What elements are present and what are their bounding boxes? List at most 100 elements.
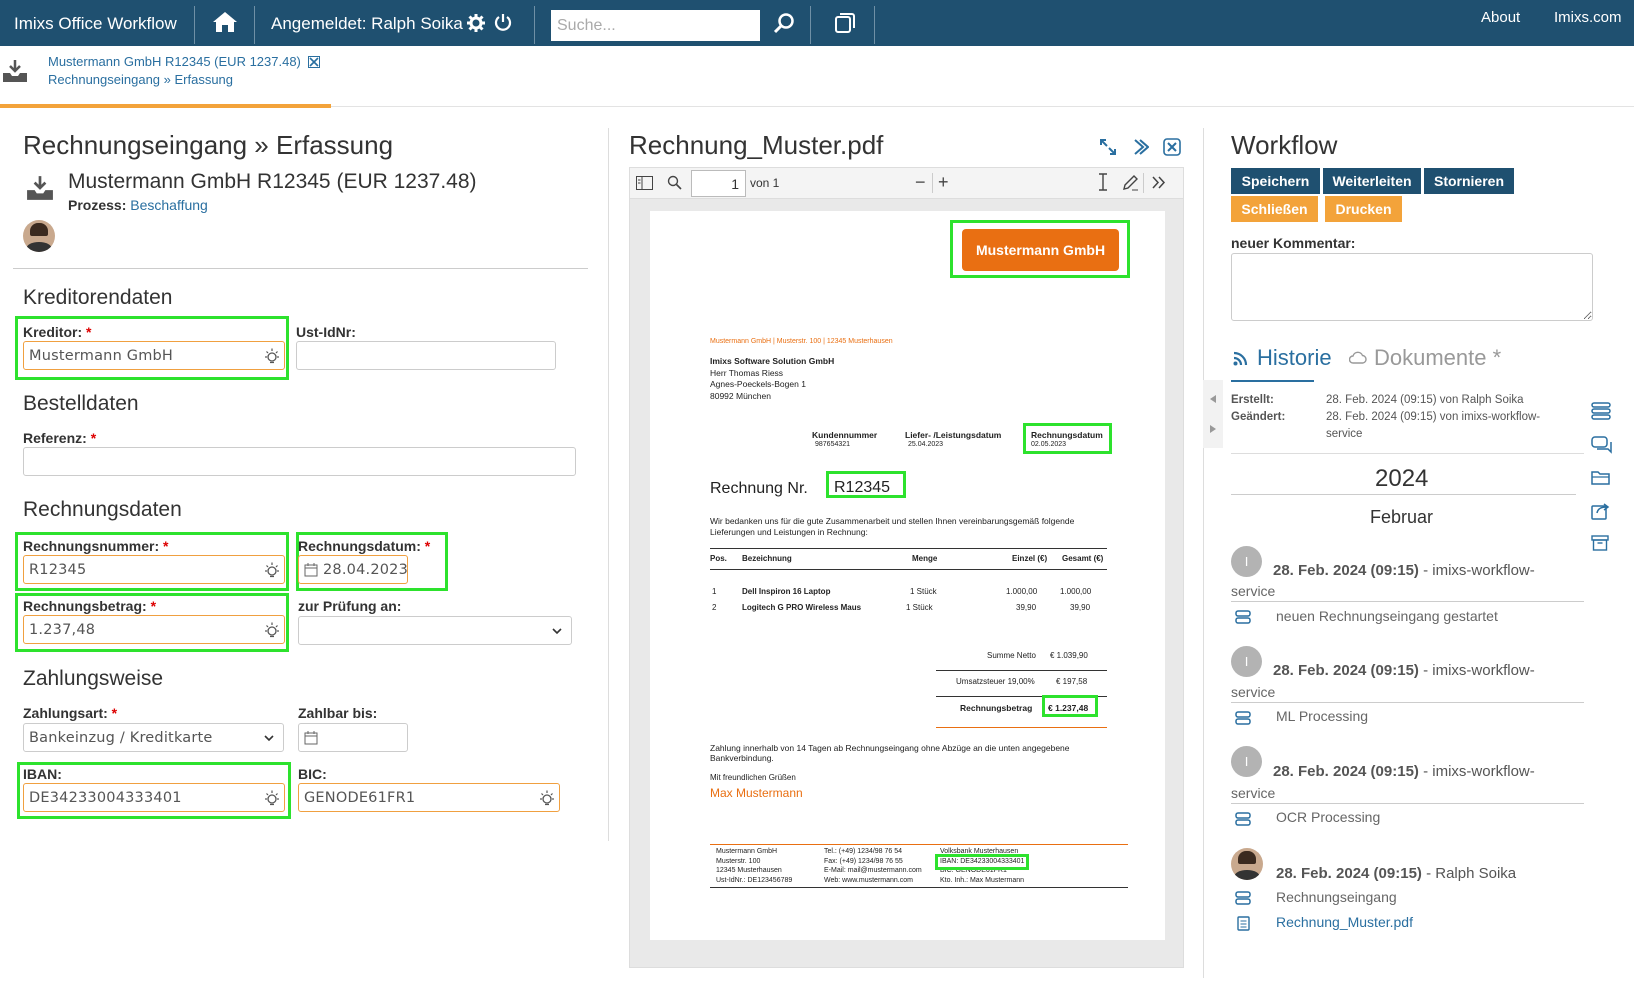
rechnungsdatum-input[interactable]: 28.04.2023 (298, 555, 408, 584)
lightbulb-icon[interactable] (539, 790, 555, 810)
home-icon[interactable] (212, 10, 238, 39)
close-icon[interactable] (1163, 138, 1181, 161)
referenz-input[interactable] (23, 447, 576, 476)
table-rule (710, 569, 1107, 570)
server-icon[interactable] (1591, 402, 1611, 425)
share-icon[interactable] (1591, 502, 1611, 525)
recipient-line: Herr Thomas Riess (710, 368, 784, 378)
ustid-input[interactable] (296, 341, 556, 370)
server-icon (1235, 891, 1251, 910)
rechnungsbetrag-input[interactable]: 1.237,48 (23, 615, 285, 644)
search-icon[interactable] (773, 12, 795, 39)
avatar[interactable] (23, 220, 55, 252)
table-cell: Logitech G PRO Wireless Maus (742, 603, 862, 612)
footer-line: Tel.: (+49) 1234/98 76 54 (824, 848, 903, 855)
bic-input[interactable]: GENODE61FR1 (298, 783, 560, 812)
page-number-input[interactable]: 1 (691, 170, 746, 197)
sidebar-toggle-icon[interactable] (636, 176, 653, 195)
terms-text: Bankverbindung. (710, 753, 774, 763)
save-button[interactable]: Speichern (1231, 168, 1320, 194)
required-mark: * (86, 324, 92, 340)
table-cell: 1.000,00 (1006, 587, 1038, 596)
breadcrumb-workitem[interactable]: Mustermann GmbH R12345 (EUR 1237.48) (48, 54, 301, 69)
page-count: von 1 (750, 176, 780, 190)
file-icon (1237, 916, 1250, 936)
zoom-out-icon[interactable]: − (915, 173, 926, 191)
close-icon[interactable] (308, 55, 320, 73)
footer-line: Ust-IdNr.: DE123456789 (716, 876, 793, 884)
about-link[interactable]: About (1481, 9, 1520, 26)
created-value: 28. Feb. 2024 (09:15) von Ralph Soika (1326, 394, 1524, 406)
app-title[interactable]: Imixs Office Workflow (14, 14, 177, 34)
table-cell: Dell Inspiron 16 Laptop (742, 587, 831, 596)
kreditor-label: Kreditor: * (23, 324, 91, 340)
tab-history[interactable]: Historie (1257, 345, 1332, 371)
file-link[interactable]: Rechnung_Muster.pdf (1276, 914, 1413, 930)
clipboard-icon[interactable] (834, 12, 856, 39)
cancel-button[interactable]: Stornieren (1424, 168, 1514, 194)
pen-icon[interactable] (1122, 174, 1139, 196)
iban-input[interactable]: DE34233004333401 (23, 783, 285, 812)
breadcrumb-process[interactable]: Rechnungseingang » Erfassung (48, 72, 233, 87)
pruefung-select[interactable] (298, 616, 572, 645)
divider (608, 128, 609, 841)
archive-icon[interactable] (1591, 535, 1609, 556)
text-select-icon[interactable] (1098, 173, 1108, 196)
forward-button[interactable]: Weiterleiten (1323, 168, 1421, 194)
avatar: I (1231, 746, 1262, 777)
lightbulb-icon[interactable] (264, 622, 280, 642)
history-month: Februar (1370, 507, 1434, 527)
lightbulb-icon[interactable] (264, 790, 280, 810)
table-header: Bezeichnung (742, 554, 792, 563)
process-link[interactable]: Beschaffung (130, 197, 208, 213)
table-cell: 2 (712, 603, 717, 612)
calendar-icon[interactable] (304, 731, 318, 749)
tab-underline (1231, 380, 1314, 382)
rechnungsnummer-input[interactable]: R12345 (23, 555, 285, 584)
lightbulb-icon[interactable] (264, 562, 280, 582)
history-entry-text: Rechnungseingang (1276, 889, 1397, 905)
gear-icon[interactable] (467, 14, 485, 37)
ustid-label: Ust-IdNr: (296, 324, 356, 340)
pdf-page: Mustermann GmbH Mustermann GmbH | Muster… (650, 211, 1165, 940)
zahlungsart-value: Bankeinzug / Kreditkarte (29, 730, 213, 746)
divider (1203, 128, 1204, 978)
zahlungsart-select[interactable]: Bankeinzug / Kreditkarte (23, 723, 284, 752)
zahlbar-input[interactable] (298, 723, 408, 752)
tab-documents[interactable]: Dokumente * (1374, 345, 1501, 371)
kreditor-value: Mustermann GmbH (29, 348, 174, 364)
pdf-viewer[interactable]: 1 von 1 − + Mustermann GmbH Mustermann G… (629, 167, 1184, 968)
search-icon[interactable] (667, 175, 682, 195)
calendar-icon[interactable] (304, 563, 318, 581)
comment-textarea[interactable] (1231, 253, 1593, 321)
collapse-handle[interactable] (1203, 380, 1223, 448)
modified-label: Geändert: (1231, 411, 1286, 423)
footer-col: Mustermann GmbH Musterstr. 100 12345 Muste… (716, 847, 792, 885)
netto-value: € 1.039,90 (1050, 651, 1088, 660)
recipient-line: 80992 München (710, 391, 771, 401)
divider (1231, 702, 1584, 703)
comments-icon[interactable] (1591, 436, 1613, 459)
kreditor-input[interactable]: Mustermann GmbH (23, 341, 285, 370)
history-entry-date: 28. Feb. 2024 (09:15) - imixs-workflow- (1273, 763, 1535, 780)
divider (1231, 494, 1576, 495)
search-input[interactable] (551, 10, 760, 41)
recipient-line: Imixs Software Solution GmbH (710, 356, 835, 366)
chevron-right-icon[interactable] (1151, 175, 1166, 195)
power-icon[interactable] (494, 13, 512, 36)
zoom-in-icon[interactable]: + (938, 173, 949, 191)
logged-in-user[interactable]: Angemeldet: Ralph Soika (271, 14, 463, 34)
print-button[interactable]: Drucken (1325, 196, 1402, 222)
invoice-title: Rechnung Nr. (710, 480, 808, 497)
history-date: 28. Feb. 2024 (09:15) (1276, 865, 1422, 882)
folder-icon[interactable] (1591, 470, 1611, 491)
close-button[interactable]: Schließen (1231, 196, 1318, 222)
chevron-right-icon[interactable] (1131, 138, 1150, 161)
intro-text: Lieferungen und Leistungen in Rechnung: (710, 527, 868, 537)
history-author-cont: service (1231, 785, 1276, 801)
sender-line: Mustermann GmbH | Musterstr. 100 | 12345… (710, 338, 893, 345)
divider (932, 173, 933, 193)
expand-icon[interactable] (1099, 138, 1117, 161)
lightbulb-icon[interactable] (264, 348, 280, 368)
imixs-link[interactable]: Imixs.com (1554, 9, 1622, 26)
